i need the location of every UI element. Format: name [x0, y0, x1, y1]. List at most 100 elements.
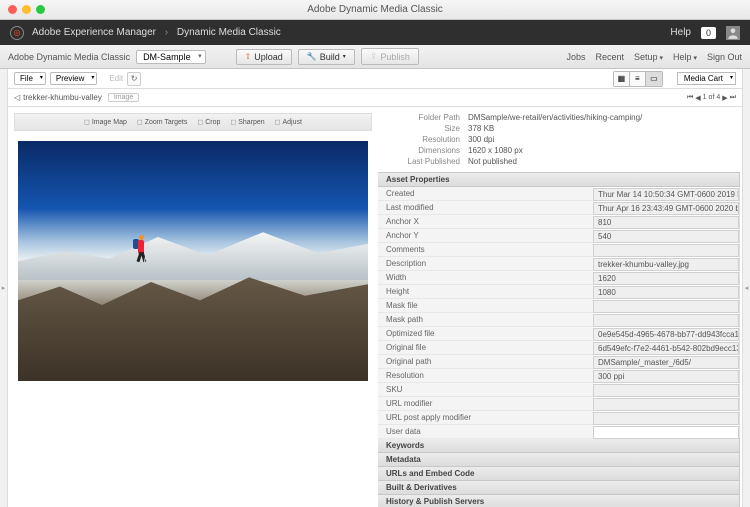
- back-button[interactable]: trekker-khumbu-valley: [14, 93, 102, 102]
- user-avatar-icon[interactable]: [726, 26, 740, 40]
- property-row: Descriptiontrekker-khumbu-valley.jpg: [378, 257, 739, 271]
- property-row: Original file6d549efc-f7e2-4461-b542-802…: [378, 341, 739, 355]
- property-label: Last modified: [378, 201, 593, 215]
- property-value[interactable]: [593, 412, 739, 425]
- window-title: Adobe Dynamic Media Classic: [0, 4, 750, 15]
- refresh-icon[interactable]: ↻: [127, 72, 141, 86]
- list-view-icon[interactable]: ≡: [630, 72, 646, 86]
- project-toolbar: Adobe Dynamic Media Classic DM-Sample Up…: [0, 45, 750, 69]
- project-dropdown[interactable]: DM-Sample: [136, 50, 206, 64]
- expand-right-rail[interactable]: [742, 69, 750, 507]
- publish-button[interactable]: ⇪ Publish: [361, 48, 419, 65]
- asset-bar: trekker-khumbu-valley Image ⏮ ◀ 1 of 4 ▶…: [8, 89, 742, 107]
- media-cart-dropdown[interactable]: Media Cart: [677, 72, 736, 85]
- help-dropdown[interactable]: Help: [673, 52, 697, 62]
- property-value[interactable]: [593, 244, 739, 257]
- notification-count[interactable]: 0: [701, 27, 716, 39]
- project-crumb[interactable]: Adobe Dynamic Media Classic: [8, 52, 130, 62]
- property-row: Resolution300 ppi: [378, 369, 739, 383]
- property-value[interactable]: [593, 426, 739, 439]
- property-label: Mask file: [378, 299, 593, 313]
- property-label: Optimized file: [378, 327, 593, 341]
- pager-sep: of: [709, 94, 715, 101]
- upload-button[interactable]: Upload: [236, 49, 292, 65]
- property-label: SKU: [378, 383, 593, 397]
- breadcrumb-product[interactable]: Adobe Experience Manager: [32, 27, 156, 38]
- property-label: Original path: [378, 355, 593, 369]
- window-titlebar: Adobe Dynamic Media Classic: [0, 0, 750, 20]
- property-value[interactable]: 6d549efc-f7e2-4461-b542-802bd9ecc13d.jpg: [593, 342, 739, 355]
- build-button[interactable]: Build ▾: [298, 49, 355, 65]
- metadata-panel: Folder PathDMSample/we-retail/en/activit…: [378, 107, 742, 507]
- property-value[interactable]: 810: [593, 216, 739, 229]
- property-label: Created: [378, 187, 593, 201]
- property-value[interactable]: [593, 314, 739, 327]
- section-header[interactable]: History & Publish Servers: [378, 494, 740, 507]
- pub-value: Not published: [468, 157, 517, 166]
- jobs-link[interactable]: Jobs: [566, 52, 585, 62]
- pager-next-icon[interactable]: ▶: [722, 94, 727, 102]
- pager-first-icon[interactable]: ⏮: [687, 94, 693, 102]
- detail-view-icon[interactable]: ▭: [646, 72, 662, 86]
- sharpen-tool[interactable]: Sharpen: [230, 118, 264, 126]
- file-dropdown[interactable]: File: [14, 72, 46, 85]
- property-row: Mask path: [378, 313, 739, 327]
- edit-label: Edit: [109, 74, 123, 83]
- property-value[interactable]: 300 ppi: [593, 370, 739, 383]
- property-label: Original file: [378, 341, 593, 355]
- help-link[interactable]: Help: [670, 27, 691, 38]
- build-label: Build: [320, 52, 340, 62]
- property-label: URL modifier: [378, 397, 593, 411]
- property-label: Comments: [378, 243, 593, 257]
- property-value[interactable]: 540: [593, 230, 739, 243]
- pager-last-icon[interactable]: ⏭: [730, 94, 736, 102]
- property-value[interactable]: 0e9e545d-4965-4678-bb77-dd943fcca1f8.tif: [593, 328, 739, 341]
- property-value[interactable]: 1620: [593, 272, 739, 285]
- size-label: Size: [388, 124, 468, 133]
- property-row: Anchor X810: [378, 215, 739, 229]
- crop-tool[interactable]: Crop: [197, 118, 220, 126]
- property-row: Anchor Y540: [378, 229, 739, 243]
- image-tools: Image Map Zoom Targets Crop Sharpen Adju…: [14, 113, 372, 131]
- adjust-tool[interactable]: Adjust: [275, 118, 302, 126]
- signout-link[interactable]: Sign Out: [707, 52, 742, 62]
- publish-label: Publish: [380, 52, 410, 62]
- property-value[interactable]: [593, 384, 739, 397]
- property-value[interactable]: DMSample/_master_/6d5/: [593, 356, 739, 369]
- imagemap-tool[interactable]: Image Map: [84, 118, 127, 126]
- section-header[interactable]: Built & Derivatives: [378, 480, 740, 495]
- app-logo-icon: ◎: [10, 26, 24, 40]
- file-toolbar: File Preview Edit ↻ ▦ ≡ ▭ Media Cart: [8, 69, 742, 89]
- expand-left-rail[interactable]: [0, 69, 8, 507]
- asset-preview-image[interactable]: [18, 141, 368, 381]
- property-value[interactable]: Thur Apr 16 23:43:49 GMT-0600 2020 by ms: [593, 202, 739, 215]
- property-row: CreatedThur Mar 14 10:50:34 GMT-0600 201…: [378, 187, 739, 201]
- setup-dropdown[interactable]: Setup: [634, 52, 663, 62]
- property-label: Anchor X: [378, 215, 593, 229]
- pager-prev-icon[interactable]: ◀: [695, 94, 700, 102]
- property-row: Last modifiedThur Apr 16 23:43:49 GMT-06…: [378, 201, 739, 215]
- zoomtargets-tool[interactable]: Zoom Targets: [137, 118, 187, 126]
- breadcrumb-area[interactable]: Dynamic Media Classic: [177, 27, 281, 38]
- grid-view-icon[interactable]: ▦: [614, 72, 630, 86]
- property-value[interactable]: Thur Mar 14 10:50:34 GMT-0600 2019 by th: [593, 188, 739, 201]
- property-value[interactable]: [593, 398, 739, 411]
- dim-value: 1620 x 1080 px: [468, 146, 523, 155]
- section-header[interactable]: URLs and Embed Code: [378, 466, 740, 481]
- view-toggle[interactable]: ▦ ≡ ▭: [613, 71, 663, 87]
- section-header[interactable]: Keywords: [378, 438, 740, 453]
- folder-label: Folder Path: [388, 113, 468, 122]
- property-row: Original pathDMSample/_master_/6d5/: [378, 355, 739, 369]
- property-row: URL modifier: [378, 397, 739, 411]
- asset-properties-header[interactable]: Asset Properties: [378, 172, 740, 187]
- recent-link[interactable]: Recent: [595, 52, 624, 62]
- property-row: Mask file: [378, 299, 739, 313]
- asset-type-tag: Image: [108, 93, 139, 102]
- preview-dropdown[interactable]: Preview: [50, 72, 97, 85]
- section-header[interactable]: Metadata: [378, 452, 740, 467]
- property-value[interactable]: trekker-khumbu-valley.jpg: [593, 258, 739, 271]
- property-value[interactable]: 1080: [593, 286, 739, 299]
- property-row: SKU: [378, 383, 739, 397]
- property-label: Description: [378, 257, 593, 271]
- property-value[interactable]: [593, 300, 739, 313]
